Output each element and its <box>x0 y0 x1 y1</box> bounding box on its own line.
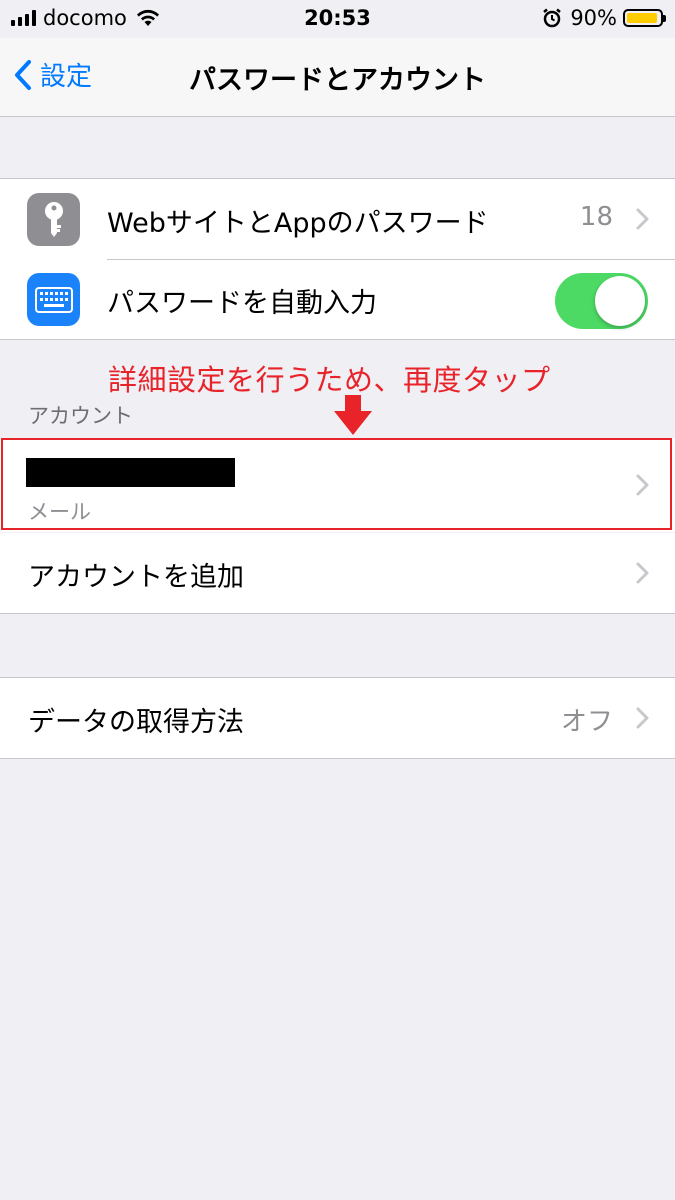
passwords-group: WebサイトとAppのパスワード 18 パスワードを自動入力 <box>0 178 675 340</box>
navigation-bar: 設定 パスワードとアカウント <box>0 38 675 117</box>
battery-percent: 90% <box>570 6 617 30</box>
autofill-toggle[interactable] <box>555 273 648 329</box>
keyboard-icon <box>27 273 80 326</box>
accounts-section-header: アカウント <box>28 404 133 428</box>
arrow-down-icon <box>334 395 372 435</box>
chevron-right-icon <box>636 562 649 584</box>
annotation-text: 詳細設定を行うため、再度タップ <box>108 363 551 397</box>
autofill-row: パスワードを自動入力 <box>0 259 675 339</box>
autofill-label: パスワードを自動入力 <box>107 288 377 319</box>
website-passwords-label: WebサイトとAppのパスワード <box>107 208 489 239</box>
website-passwords-row[interactable]: WebサイトとAppのパスワード 18 <box>0 179 675 259</box>
add-account-group: アカウントを追加 <box>0 533 675 614</box>
annotation-highlight-box <box>1 438 672 530</box>
key-icon <box>27 193 80 246</box>
fetch-data-row[interactable]: データの取得方法 オフ <box>0 678 675 758</box>
chevron-right-icon <box>636 707 649 729</box>
battery-icon <box>623 9 666 27</box>
status-right: 90% <box>542 6 666 30</box>
fetch-data-value: オフ <box>560 707 613 737</box>
chevron-right-icon <box>636 208 649 230</box>
add-account-label: アカウントを追加 <box>28 562 244 593</box>
fetch-group: データの取得方法 オフ <box>0 677 675 759</box>
fetch-data-label: データの取得方法 <box>28 707 244 738</box>
status-bar: docomo 20:53 90% <box>0 0 675 38</box>
alarm-icon <box>543 8 562 28</box>
add-account-row[interactable]: アカウントを追加 <box>0 533 675 613</box>
page-title: パスワードとアカウント <box>189 65 486 96</box>
password-count: 18 <box>579 202 613 232</box>
